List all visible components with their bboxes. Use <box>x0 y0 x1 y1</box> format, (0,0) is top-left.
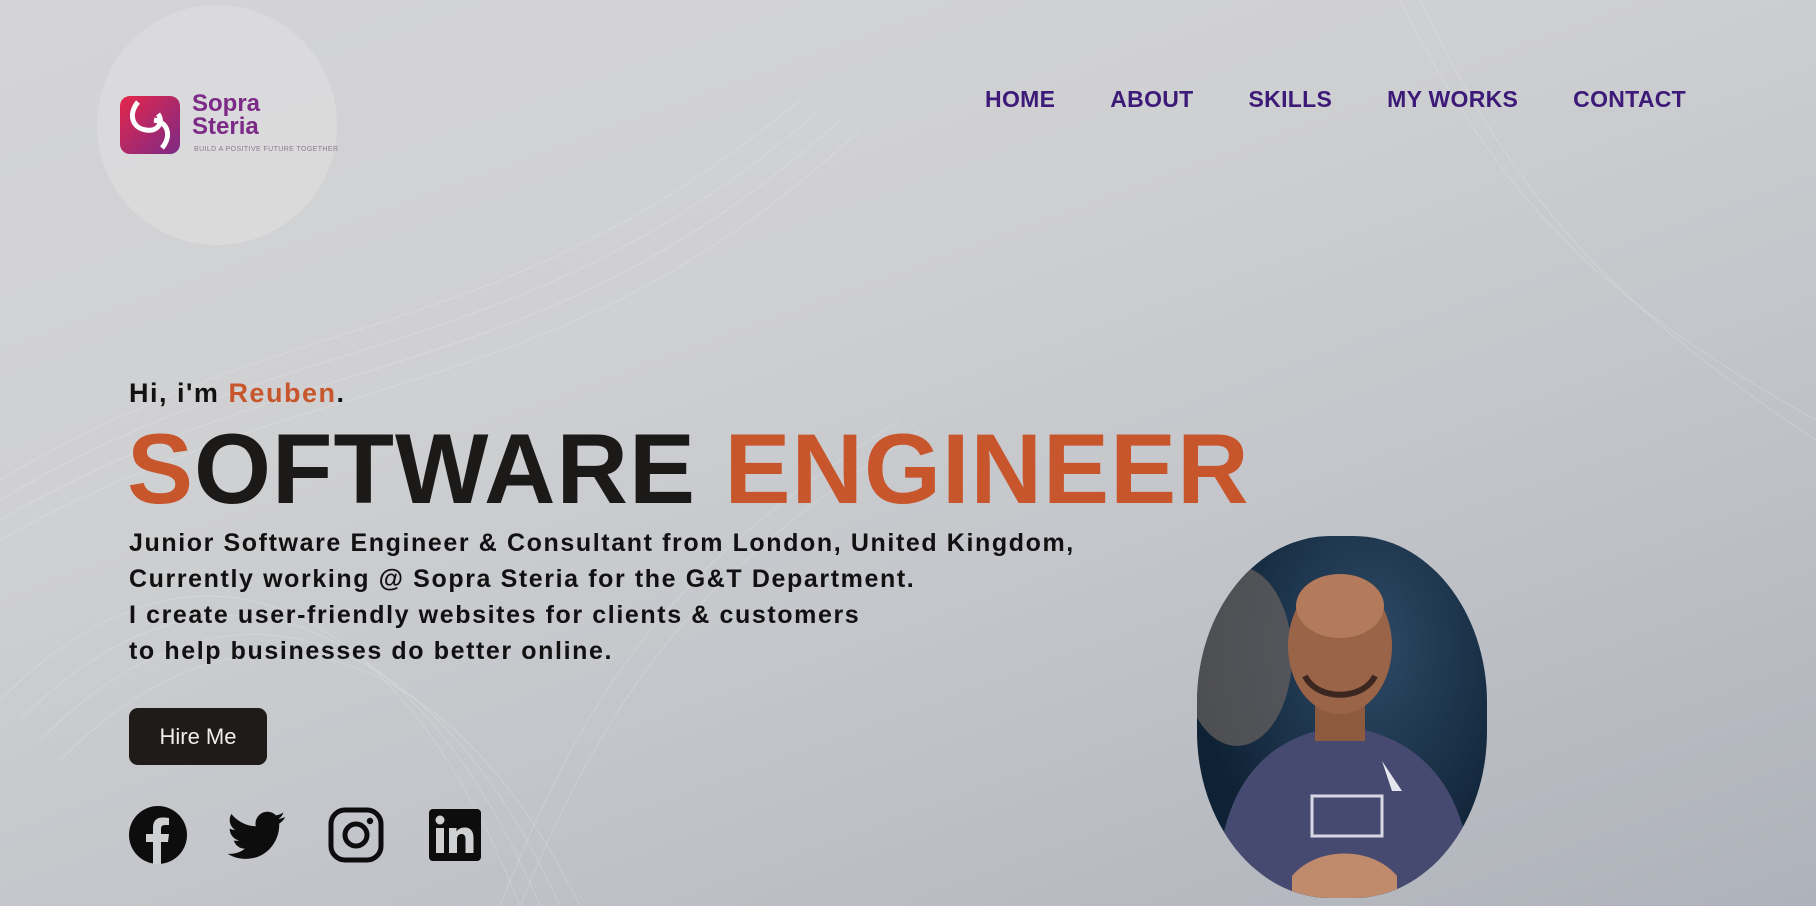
hero-headline: SOFTWARE ENGINEER <box>127 414 1250 524</box>
profile-photo-illustration <box>1197 566 1472 898</box>
linkedin-link[interactable] <box>426 806 484 864</box>
main-nav: HOME ABOUT SKILLS MY WORKS CONTACT <box>985 86 1686 113</box>
hero-intro: Junior Software Engineer & Consultant fr… <box>129 525 1075 669</box>
instagram-link[interactable] <box>327 806 385 864</box>
social-links <box>129 806 484 864</box>
nav-about[interactable]: ABOUT <box>1110 86 1193 113</box>
brand-name-line2: Steria <box>192 113 259 140</box>
greeting-suffix: . <box>336 378 346 408</box>
sopra-steria-logo-icon <box>120 96 180 154</box>
headline-first-letter: S <box>127 413 195 524</box>
nav-home[interactable]: HOME <box>985 86 1055 113</box>
intro-line: to help businesses do better online. <box>129 637 614 665</box>
facebook-link[interactable] <box>129 806 187 864</box>
nav-skills[interactable]: SKILLS <box>1249 86 1333 113</box>
nav-contact[interactable]: CONTACT <box>1573 86 1686 113</box>
profile-photo <box>1197 536 1487 898</box>
intro-line: Currently working @ Sopra Steria for the… <box>129 565 916 593</box>
linkedin-icon <box>429 809 481 861</box>
greeting-name: Reuben <box>228 378 337 408</box>
headline-rest: OFTWARE <box>194 413 725 524</box>
intro-line: I create user-friendly websites for clie… <box>129 601 861 629</box>
headline-accent: ENGINEER <box>724 413 1250 524</box>
brand-name-line1: Sopra <box>192 90 261 117</box>
brand-name: Sopra Steria <box>192 90 312 140</box>
hero-greeting: Hi, i'm Reuben. <box>129 378 345 409</box>
twitter-link[interactable] <box>228 806 286 864</box>
twitter-icon <box>228 811 286 859</box>
brand-tagline: BUILD A POSITIVE FUTURE TOGETHER <box>194 146 339 153</box>
instagram-icon <box>328 807 384 863</box>
greeting-prefix: Hi, i'm <box>129 378 229 408</box>
hire-me-button[interactable]: Hire Me <box>129 708 267 765</box>
intro-line: Junior Software Engineer & Consultant fr… <box>129 529 1075 557</box>
facebook-icon <box>129 806 187 864</box>
nav-my-works[interactable]: MY WORKS <box>1387 86 1518 113</box>
